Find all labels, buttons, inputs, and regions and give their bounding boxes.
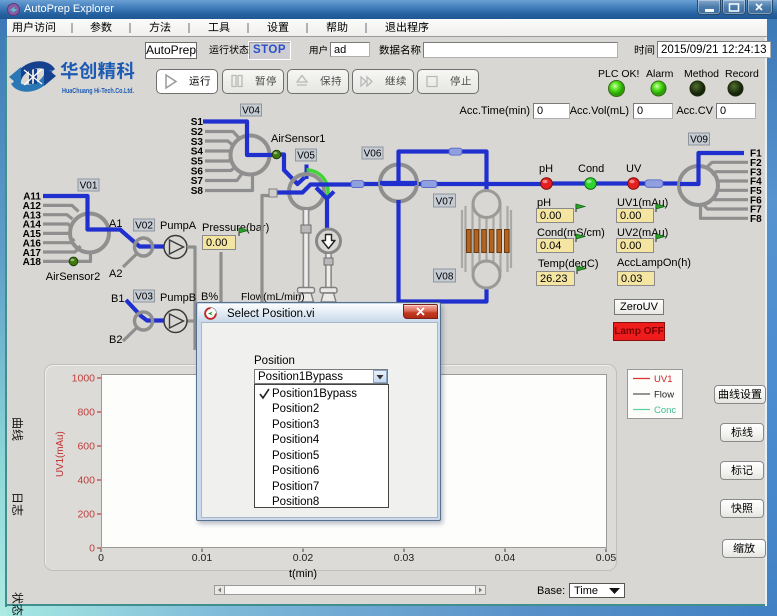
svg-text:HuaChuang Hi-Tech.Co.Ltd.: HuaChuang Hi-Tech.Co.Ltd. xyxy=(62,86,134,95)
